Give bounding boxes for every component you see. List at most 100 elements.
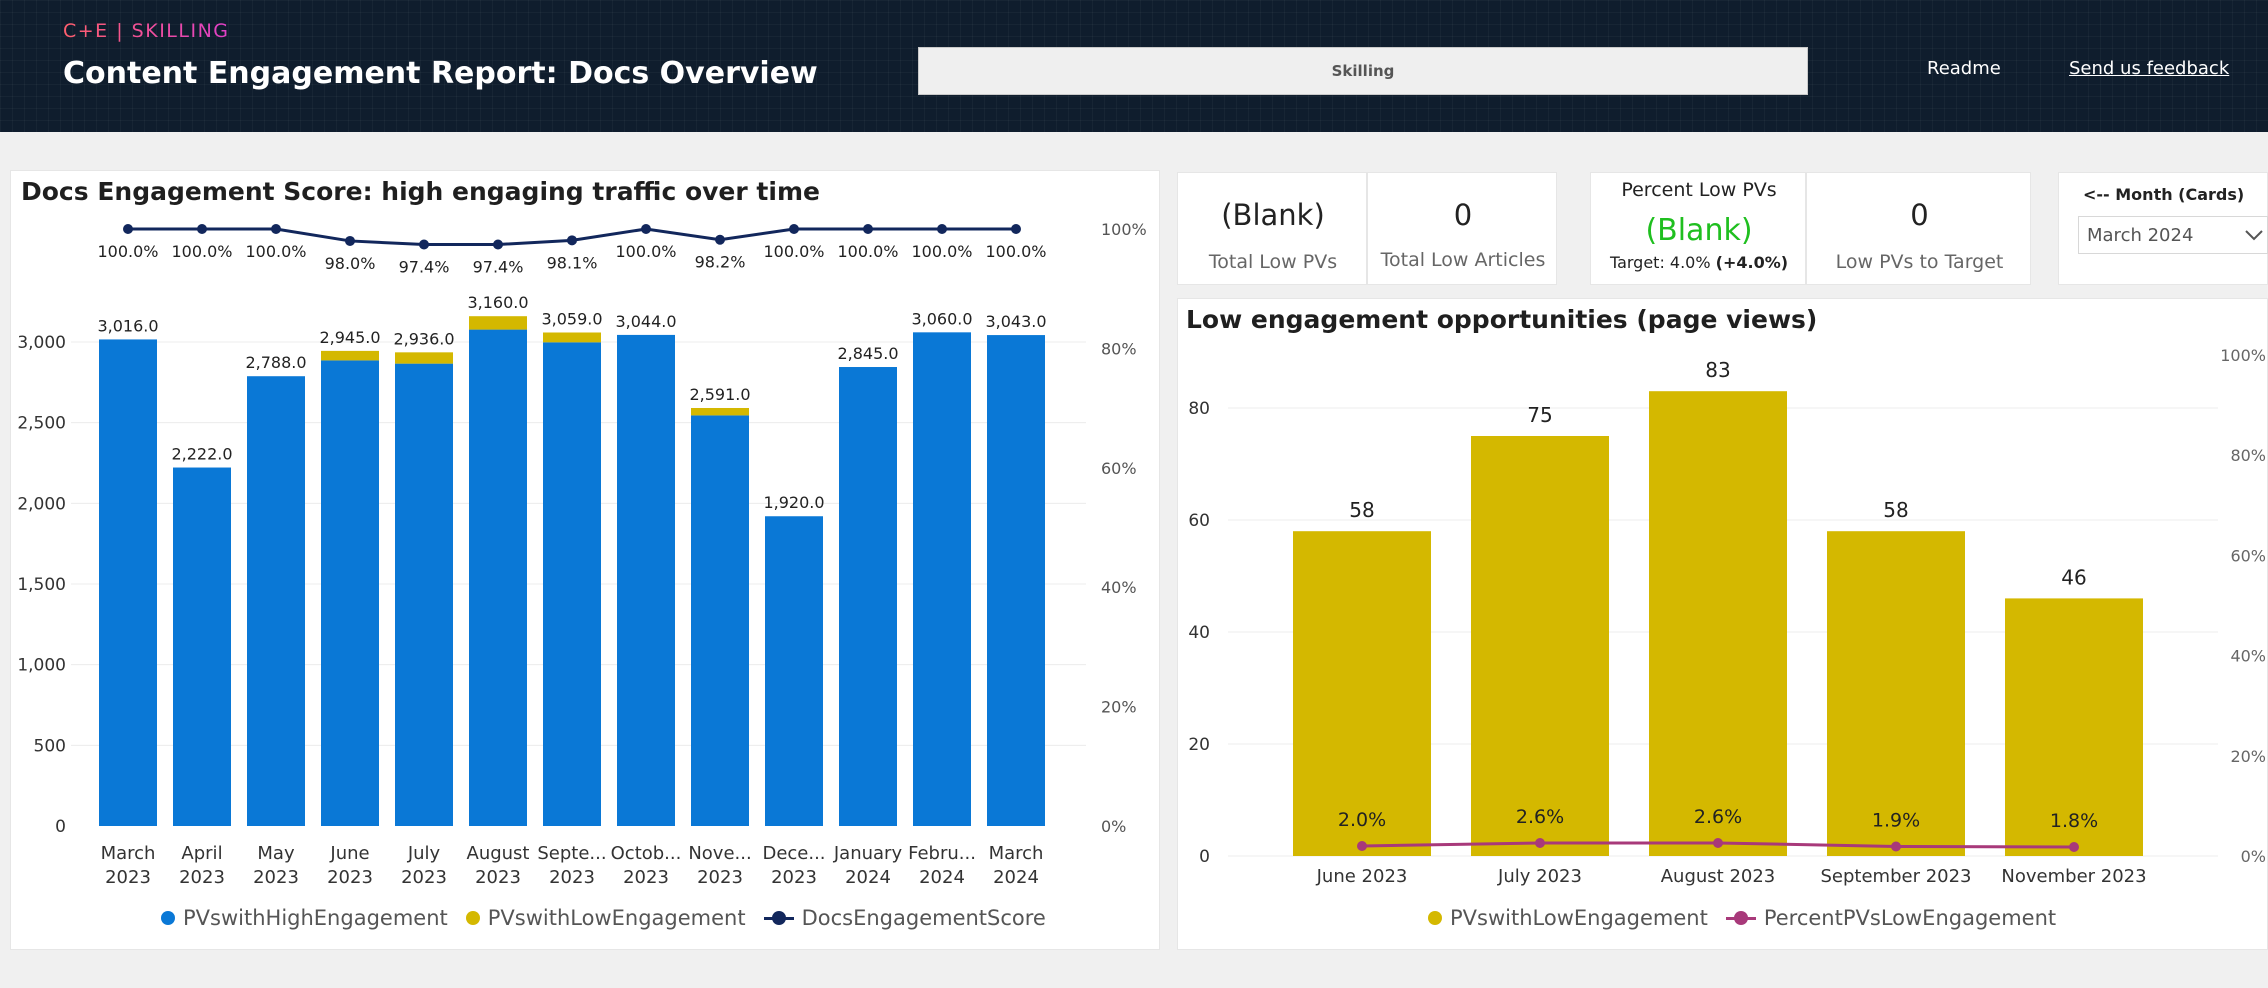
bar-total-label: 3,016.0 [97,316,158,335]
score-point [1011,224,1021,234]
y2-tick-label: 100% [1101,220,1147,239]
percent-point [1357,840,1367,851]
percent-point [1891,841,1901,852]
bar-high-engagement [321,360,379,826]
y2-tick-label: 0% [1101,817,1126,836]
bar-low-engagement [1293,531,1431,856]
bar-low-engagement [321,350,379,361]
x-tick-label-year: 2023 [179,867,225,888]
percent-label: 2.6% [1694,806,1742,828]
month-filter-label: <-- Month (Cards) [2083,185,2245,204]
feedback-link[interactable]: Send us feedback [2069,58,2229,79]
engagement-score-chart: 0 500 1,000 1,500 2,000 2,500 3,000 0% 20% 40% 60%… [17,220,1147,888]
x-tick-label-year: 2024 [993,867,1039,888]
bar-total-label: 2,845.0 [837,344,898,363]
bar-total-label: 3,059.0 [541,309,602,328]
y2-tick-label: 80% [2230,446,2266,465]
bar-low-engagement [543,332,601,343]
legend-score-swatch [763,911,794,925]
low-engagement-chart: 0 20 40 60 80 0% 20% 40% 60% 80% 100% 58 June 2023 75… [1188,346,2266,887]
y-tick-label: 1,000 [17,656,66,676]
card-low-pvs-to-target: 0 Low PVs to Target [1806,172,2031,285]
card-total-low-pvs: (Blank) Total Low PVs [1177,172,1367,285]
bar-high-engagement [173,467,231,826]
low-engagement-legend: PVswithLowEngagement PercentPVsLowEngage… [1428,906,2066,930]
engagement-score-panel: Docs Engagement Score: high engaging tra… [10,170,1160,950]
bar-value-label: 75 [1527,403,1552,427]
score-label: 100.0% [615,242,676,261]
score-point [863,224,873,234]
score-label: 100.0% [837,242,898,261]
x-tick-label: July 2023 [1497,866,1582,887]
bar-high-engagement [987,335,1045,826]
month-dropdown-value: March 2024 [2087,224,2194,246]
legend-high-swatch [161,911,175,925]
month-dropdown[interactable]: March 2024 [2078,216,2268,254]
bar-total-label: 3,160.0 [467,293,528,312]
card-percent-low-pvs: Percent Low PVs (Blank) Target: 4.0% (+4… [1590,172,1806,285]
score-label: 98.1% [547,253,598,272]
x-tick-label: May [257,843,295,864]
bar-high-engagement [247,376,305,826]
y2-tick-label: 60% [2230,546,2266,565]
score-point [271,224,281,234]
bar-high-engagement [469,329,527,826]
x-tick-label: Dece... [762,843,825,864]
total-low-pvs-label: Total Low PVs [1208,251,1338,273]
legend-item-score: DocsEngagementScore [763,906,1046,930]
readme-link[interactable]: Readme [1927,58,2001,79]
score-point [493,239,503,250]
x-tick-label: Septe... [537,843,606,864]
engagement-score-legend: PVswithHighEngagement PVswithLowEngageme… [161,906,1056,930]
bar-low-engagement [1471,436,1609,856]
bar-low-engagement [395,352,453,364]
bar-value-label: 58 [1349,498,1374,522]
bar-high-engagement [617,334,675,826]
y2-tick-label: 60% [1101,459,1137,478]
x-tick-label: August [467,843,530,864]
tab-skilling[interactable]: Skilling [918,47,1808,95]
x-tick-label-year: 2023 [549,867,595,888]
y-tick-label: 2,500 [17,414,66,434]
y2-tick-label: 40% [2230,647,2266,666]
bar-high-engagement [691,415,749,826]
target-delta: (+4.0%) [1715,253,1789,272]
score-point [197,224,207,234]
score-label: 98.2% [695,253,746,272]
percent-low-pvs-title: Percent Low PVs [1621,179,1777,201]
x-tick-label-year: 2023 [771,867,817,888]
bar-high-engagement [765,516,823,826]
x-tick-label-year: 2023 [401,867,447,888]
x-tick-label-year: 2023 [475,867,521,888]
bar-low-engagement [1827,531,1965,856]
bar-high-engagement [99,339,157,826]
legend-item-low-pvs: PVswithLowEngagement [1428,906,1708,930]
y-tick-label: 2,000 [17,494,66,514]
score-label: 100.0% [763,242,824,261]
legend-low-pvs-label: PVswithLowEngagement [1450,906,1708,930]
legend-percent-label: PercentPVsLowEngagement [1763,906,2057,930]
x-tick-label-year: 2023 [697,867,743,888]
x-tick-label-year: 2023 [105,867,151,888]
legend-item-percent: PercentPVsLowEngagement [1725,906,2057,930]
x-tick-label: April [181,843,222,864]
percent-point [2069,841,2079,852]
low-engagement-panel: Low engagement opportunities (page views… [1177,298,2268,950]
score-point [567,235,577,246]
score-point [419,239,429,250]
score-label: 97.4% [473,258,524,277]
percent-label: 1.8% [2050,810,2098,832]
bar-total-label: 2,222.0 [171,445,232,464]
legend-item-high: PVswithHighEngagement [161,906,448,930]
y2-tick-label: 80% [1101,339,1137,358]
x-tick-label: Octob... [611,843,682,864]
x-tick-label-year: 2023 [327,867,373,888]
y-tick-label: 20 [1188,735,1210,755]
bar-total-label: 3,044.0 [615,312,676,331]
score-label: 98.0% [325,254,376,273]
y-tick-label: 60 [1188,511,1210,531]
y2-tick-label: 100% [2220,346,2266,365]
percent-label: 1.9% [1872,809,1920,831]
percent-label: 2.6% [1516,806,1564,828]
bar-total-label: 3,060.0 [911,309,972,328]
